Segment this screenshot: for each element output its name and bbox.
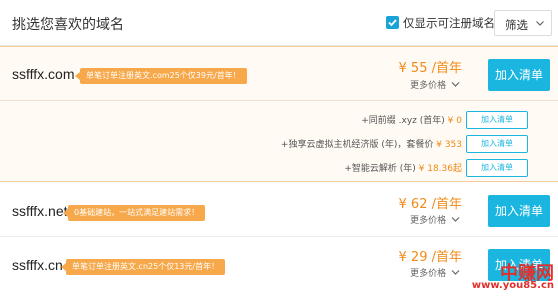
page-title: 挑选您喜欢的域名 [12,17,124,33]
addon-price: ¥ 18.36起 [418,164,462,174]
domain-name[interactable]: ssfffx.net [12,203,68,219]
addon-item: +智能云解析 (年) ¥ 18.36起 [344,161,462,174]
featured-domain-card: ssfffx.com 单笔订单注册英文.com25个仅39元/首年！ ¥ 55 … [0,46,558,182]
add-to-list-button[interactable]: 加入清单 [488,59,550,91]
price: ¥ 62 /首年 [398,197,462,212]
addon-text: +同前缀 .xyz (首年) [361,116,445,126]
addon-add-button[interactable]: 加入清单 [466,159,528,177]
chevron-down-icon [451,81,460,91]
more-prices-label: 更多价格 [410,269,447,279]
addon-text: +独享云虚拟主机经济版 (年)，套餐价 [280,140,434,150]
price: ¥ 29 /首年 [398,250,462,265]
addon-item: +独享云虚拟主机经济版 (年)，套餐价 ¥ 353 [281,137,462,150]
promo-badge: 单笔订单注册英文.cn25个仅13元/首年！ [60,259,226,275]
chevron-down-icon [451,216,460,226]
addon-add-button[interactable]: 加入清单 [466,135,528,153]
results-header: 挑选您喜欢的域名 仅显示可注册域名 筛选 [0,0,558,46]
checkmark-icon [388,19,397,27]
more-prices-toggle[interactable]: 更多价格 [410,266,460,279]
add-to-list-button[interactable]: 加入清单 [488,195,550,227]
more-prices-label: 更多价格 [410,81,447,91]
addon-price: ¥ 353 [436,140,462,150]
more-prices-toggle[interactable]: 更多价格 [410,213,460,226]
watermark-url: www.you85.cn [471,280,554,291]
promo-badge: 0基础建站，一站式满足建站需求！ [62,205,206,221]
domain-name[interactable]: ssfffx.com [12,66,75,82]
domain-name[interactable]: ssfffx.cn [12,257,63,273]
price: ¥ 55 /首年 [398,61,462,76]
only-available-label[interactable]: 仅显示可注册域名 [403,15,495,31]
addon-price: ¥ 0 [447,116,462,126]
filter-button[interactable]: 筛选 [494,10,552,36]
domain-result-row: ssfffx.net 0基础建站，一站式满足建站需求！ ¥ 62 /首年 更多价… [0,182,558,237]
only-available-checkbox[interactable] [386,16,399,29]
addon-add-button[interactable]: 加入清单 [466,111,528,129]
chevron-down-icon [535,17,545,31]
divider [0,100,558,101]
more-prices-toggle[interactable]: 更多价格 [410,78,460,91]
more-prices-label: 更多价格 [410,216,447,226]
filter-label: 筛选 [505,18,528,32]
addon-item: +同前缀 .xyz (首年) ¥ 0 [361,113,462,126]
addon-text: +智能云解析 (年) [344,164,416,174]
chevron-down-icon [451,269,460,279]
promo-badge: 单笔订单注册英文.com25个仅39元/首年！ [75,68,247,84]
